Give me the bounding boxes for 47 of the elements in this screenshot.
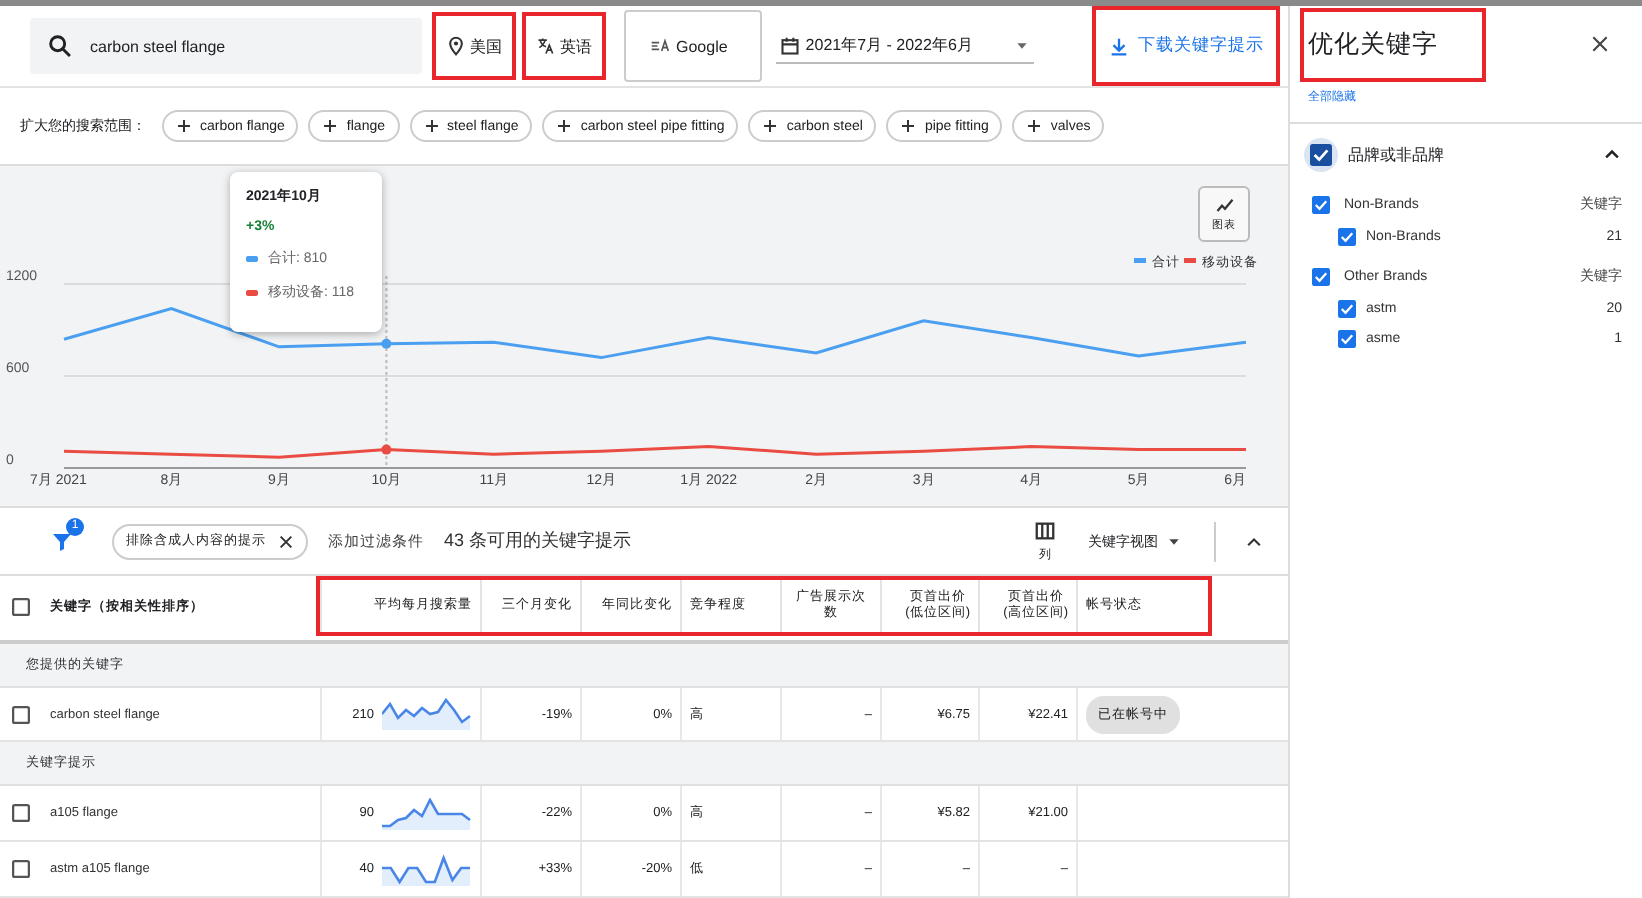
results-summary: 43 条可用的关键字提示 — [444, 528, 632, 555]
checkbox[interactable] — [1338, 330, 1356, 348]
checkbox[interactable] — [1338, 300, 1356, 318]
language-button[interactable]: 英语 — [526, 16, 602, 77]
location-pin-icon — [446, 36, 466, 57]
panel-title: 优化关键字 — [1304, 11, 1482, 77]
download-icon — [1108, 35, 1130, 58]
checkbox[interactable] — [1312, 267, 1330, 285]
plus-icon — [1026, 118, 1043, 135]
download-button[interactable]: 下载关键字提示 — [1096, 10, 1276, 83]
checkbox[interactable] — [1310, 143, 1332, 165]
close-icon — [1590, 34, 1610, 54]
checkbox[interactable] — [1338, 228, 1356, 246]
collapse-caret-icon[interactable] — [1602, 144, 1622, 164]
network-button[interactable]: Google — [624, 10, 762, 83]
plus-icon — [762, 118, 779, 135]
plus-icon — [322, 118, 339, 135]
line-chart-icon — [1213, 196, 1235, 215]
checkbox[interactable] — [12, 705, 30, 723]
sparkline — [382, 698, 472, 730]
date-range-dropdown[interactable]: 2021年7月 - 2022年6月 — [775, 28, 1035, 65]
filter-icon — [50, 529, 74, 554]
group-label: 品牌或非品牌 — [1348, 143, 1444, 165]
data-point-marker — [381, 339, 392, 350]
location-button[interactable]: 美国 — [436, 16, 512, 77]
plus-icon — [556, 118, 573, 135]
search-field[interactable]: carbon steel flange — [30, 18, 422, 75]
search-icon — [46, 32, 74, 61]
caret-icon — [1166, 533, 1182, 550]
checkbox[interactable] — [12, 804, 30, 823]
close-icon — [278, 533, 294, 550]
sparkline — [382, 797, 472, 830]
checkbox[interactable] — [1312, 195, 1330, 213]
network-icon — [650, 36, 670, 57]
translate-icon — [536, 36, 556, 57]
legend-swatch-icon — [246, 289, 258, 296]
caret-icon — [1014, 37, 1031, 54]
columns-icon — [1034, 519, 1056, 542]
data-point-marker — [381, 445, 392, 456]
plus-icon — [900, 118, 917, 135]
checkbox[interactable] — [12, 598, 30, 617]
legend-swatch-icon — [246, 255, 258, 262]
checkbox[interactable] — [12, 860, 30, 879]
plus-icon — [423, 118, 439, 135]
plus-icon — [176, 118, 192, 135]
sparkline — [382, 853, 472, 886]
calendar-icon — [779, 35, 800, 56]
